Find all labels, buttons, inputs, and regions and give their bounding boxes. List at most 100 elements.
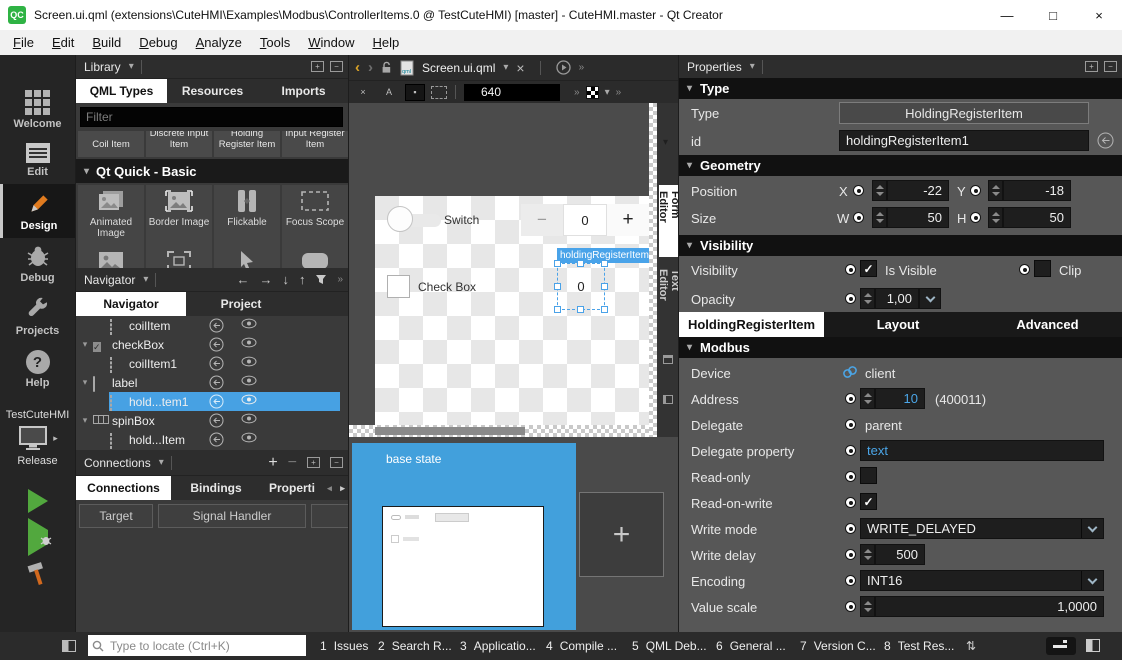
read-only-binding-dot[interactable] [845,471,856,482]
visibility-eye-icon[interactable] [241,318,257,329]
visibility-eye-icon[interactable] [241,394,257,405]
mode-debug[interactable]: Debug [0,238,75,290]
library-panel-caret-icon[interactable]: ▾ [129,61,134,72]
resize-handle[interactable] [554,260,561,267]
device-value[interactable]: client [865,366,895,381]
export-alias-icon[interactable] [209,375,224,390]
spinbox-decrement[interactable]: − [521,204,563,236]
output-pane-search[interactable]: 2Search R... [378,632,452,660]
close-document-icon[interactable]: × [516,60,524,76]
output-pane-general[interactable]: 6General ... [716,632,786,660]
output-pane-test-results[interactable]: 8Test Res... [884,632,954,660]
export-alias-icon[interactable] [209,413,224,428]
snapping-icon[interactable]: ▪ [405,84,425,101]
canvas-horizontal-scrollbar[interactable] [349,425,649,437]
background-color-swatch[interactable] [586,86,599,99]
tree-row-coilitem[interactable]: coilItem [76,316,349,335]
opacity-value[interactable]: 1,00 [875,288,919,309]
tab-properties[interactable]: Properti [261,476,323,500]
forward-icon[interactable]: › [368,59,373,76]
resize-handle[interactable] [577,306,584,313]
visibility-eye-icon[interactable] [241,375,257,386]
visible-binding-dot[interactable] [845,264,856,275]
toolbar-overflow-icon[interactable]: » [574,87,580,98]
mode-edit[interactable]: Edit [0,136,75,184]
library-item-flickable[interactable]: Flickable [214,185,280,245]
delegate-binding-dot[interactable] [845,419,856,430]
mode-projects[interactable]: Projects [0,290,75,343]
menu-build[interactable]: Build [83,35,130,50]
close-panel-icon[interactable]: − [330,61,343,72]
library-item-holding-register-item[interactable]: HoldingRegister Item [214,131,280,157]
tree-row-holdingregisteritem1-selected[interactable]: hold...tem1 [76,392,349,411]
swatch-dropdown-icon[interactable]: ▾ [605,87,610,98]
address-binding-dot[interactable] [845,393,856,404]
h-binding-dot[interactable] [970,212,981,223]
type-value-button[interactable]: HoldingRegisterItem [839,102,1089,124]
menu-file[interactable]: File [4,35,43,50]
toggle-right-sidebar-icon[interactable] [1086,639,1100,652]
split-panel-icon[interactable]: + [307,457,320,468]
section-visibility[interactable]: ▾ Visibility [679,235,1122,256]
write-mode-dropdown[interactable]: WRITE_DELAYED [860,518,1104,539]
close-panel-icon[interactable]: − [330,457,343,468]
document-dropdown-icon[interactable]: ▾ [503,62,508,73]
split-panel-icon[interactable]: + [1085,61,1098,72]
add-connection-icon[interactable]: + [268,454,277,472]
tab-connections[interactable]: Connections [76,476,171,500]
binding-link-icon[interactable] [842,365,858,379]
visibility-eye-icon[interactable] [241,337,257,348]
minimize-button[interactable]: — [984,0,1030,30]
tabbar-overflow-icon[interactable]: » [579,62,585,73]
root-item[interactable]: Switch − 0 + holdingRegisterItem1 0 [375,196,649,425]
id-input[interactable] [839,130,1089,151]
library-item-rectangle[interactable] [282,245,348,268]
tab-project[interactable]: Project [186,292,296,316]
library-item-image[interactable] [78,245,144,268]
library-item-mouse-area[interactable] [214,245,280,268]
h-stepper[interactable] [988,207,1003,228]
mode-welcome[interactable]: Welcome [0,83,75,136]
split-editor-icon[interactable] [663,355,673,364]
toggle-left-sidebar-icon[interactable] [62,640,76,652]
delegate-value[interactable]: parent [865,418,902,433]
section-type[interactable]: ▾ Type [679,78,1122,99]
delegate-property-binding-dot[interactable] [845,445,856,456]
form-editor-canvas[interactable]: Switch − 0 + holdingRegisterItem1 0 [349,103,649,425]
tab-text-editor[interactable]: Text Editor [659,263,679,331]
move-up-icon[interactable]: ↑ [299,272,306,287]
toolbar-overflow2-icon[interactable]: » [616,87,622,98]
library-item-coil-item[interactable]: Coil Item [78,131,144,157]
snapping-anchors-icon[interactable]: A [379,84,399,101]
w-value[interactable]: 50 [887,207,949,228]
close-button[interactable]: × [1076,0,1122,30]
resize-handle[interactable] [601,283,608,290]
back-icon[interactable]: ‹ [355,59,360,76]
menu-window[interactable]: Window [299,35,363,50]
mode-design[interactable]: Design [0,184,75,238]
build-progress-button[interactable] [1046,637,1076,655]
connections-panel-caret-icon[interactable]: ▾ [159,457,164,468]
clip-binding-dot[interactable] [1019,264,1030,275]
properties-panel-caret-icon[interactable]: ▾ [750,61,755,72]
navigator-panel-caret-icon[interactable]: ▾ [143,274,148,285]
encoding-dropdown[interactable]: INT16 [860,570,1104,591]
library-item-discrete-input-item[interactable]: Discrete InputItem [146,131,212,157]
live-preview-icon[interactable] [556,60,571,75]
tree-row-checkbox[interactable]: ▾ ✓ checkBox [76,335,349,354]
split-panel-icon[interactable]: + [311,61,324,72]
show-bounding-rects-icon[interactable] [431,86,447,99]
resize-handle[interactable] [554,306,561,313]
section-geometry[interactable]: ▾ Geometry [679,155,1122,176]
export-alias-icon[interactable] [209,337,224,352]
menu-debug[interactable]: Debug [130,35,186,50]
library-filter-input[interactable] [80,107,343,127]
menu-tools[interactable]: Tools [251,35,299,50]
visibility-eye-icon[interactable] [241,356,257,367]
address-value[interactable]: 10 [875,388,925,409]
w-binding-dot[interactable] [853,212,864,223]
tab-scroll-left-icon[interactable]: ◂ [323,476,336,500]
tab-advanced[interactable]: Advanced [972,312,1122,337]
library-section-qtquick-basic[interactable]: ▾ Qt Quick - Basic [76,159,349,183]
output-pane-version-control[interactable]: 7Version C... [800,632,876,660]
